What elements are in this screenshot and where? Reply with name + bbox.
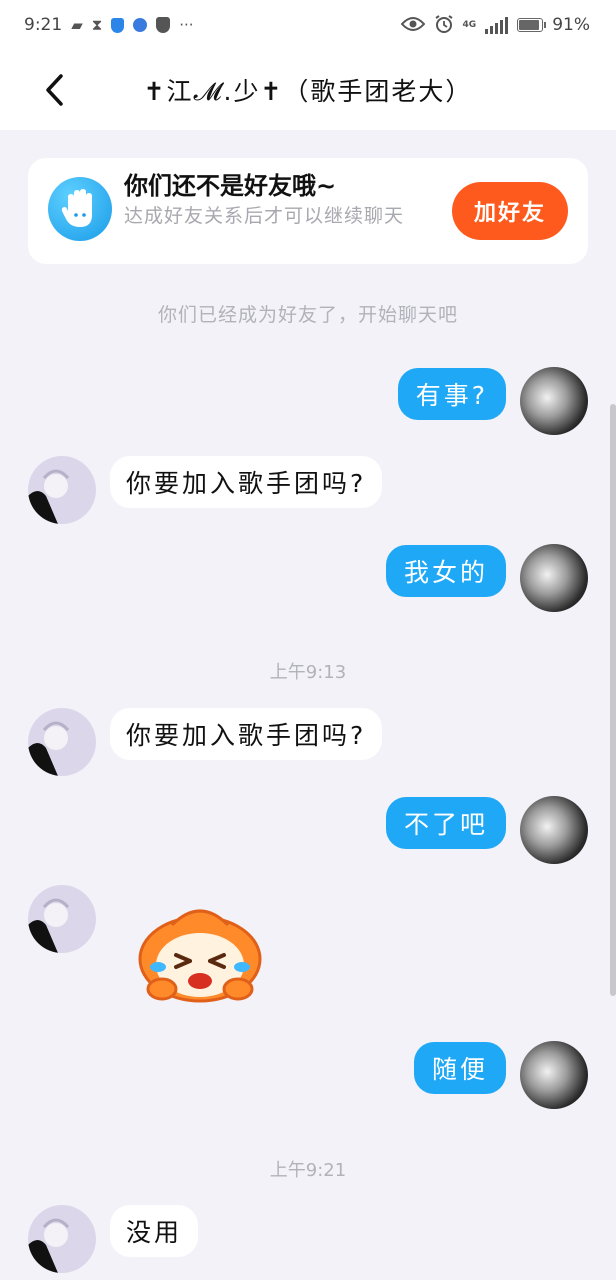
back-arrow-icon [46, 74, 63, 106]
peer-avatar-art [28, 469, 70, 524]
my-avatar[interactable] [520, 367, 588, 435]
battery-percent: 91% [552, 15, 590, 35]
battery-fill [519, 20, 540, 30]
my-avatar[interactable] [520, 544, 588, 612]
status-right: 4G 91% [400, 14, 590, 37]
vpn-shield-icon [156, 17, 171, 33]
status-left: 9:21 ▰ ⧗ ··· [24, 15, 194, 35]
peer-avatar[interactable] [28, 1205, 96, 1273]
message-bubble-outgoing[interactable]: 随便 [413, 1042, 506, 1094]
peer-avatar[interactable] [28, 708, 96, 776]
peer-avatar[interactable] [28, 885, 96, 953]
waving-hand-icon [48, 177, 112, 241]
crying-face-sticker[interactable] [128, 895, 272, 1005]
message-bubble-incoming[interactable]: 你要加入歌手团吗? [110, 708, 383, 760]
banner-title: 你们还不是好友哦~ [124, 172, 337, 200]
message-bubble-outgoing[interactable]: 有事? [397, 368, 506, 420]
my-avatar[interactable] [520, 1041, 588, 1109]
message-bubble-incoming[interactable]: 没用 [110, 1205, 199, 1257]
network-type-label: 4G [462, 20, 477, 30]
chat-scrollbar[interactable] [610, 404, 616, 996]
status-bar: 9:21 ▰ ⧗ ··· 4G 91% [0, 0, 616, 50]
peer-avatar-art [28, 898, 70, 953]
not-friends-banner: 你们还不是好友哦~ 达成好友关系后才可以继续聊天 加好友 [28, 158, 588, 264]
message-bubble-incoming[interactable]: 你要加入歌手团吗? [110, 456, 383, 508]
peer-avatar-art [28, 721, 70, 776]
back-button[interactable] [30, 66, 78, 114]
status-time: 9:21 [24, 15, 63, 35]
alarm-clock-icon [434, 14, 454, 37]
add-friend-button[interactable]: 加好友 [452, 182, 568, 240]
signal-strength-icon [485, 16, 509, 34]
my-avatar[interactable] [520, 796, 588, 864]
system-notice: 你们已经成为好友了，开始聊天吧 [157, 304, 458, 326]
peer-avatar-art [28, 1218, 70, 1273]
chat-header: ✝江𝓜.少✝（歌手团老大） [0, 50, 616, 130]
video-camera-icon: ▰ [71, 15, 83, 34]
banner-description: 达成好友关系后才可以继续聊天 [124, 205, 405, 227]
message-timestamp: 上午9:21 [269, 1160, 347, 1181]
message-timestamp: 上午9:13 [269, 662, 347, 683]
eye-icon [400, 16, 425, 35]
chat-title: ✝江𝓜.少✝（歌手团老大） [143, 77, 473, 106]
baidu-paw-icon [133, 18, 148, 32]
hourglass-icon: ⧗ [91, 15, 103, 34]
more-dots-icon: ··· [179, 15, 194, 34]
battery-icon [517, 18, 547, 32]
peer-avatar[interactable] [28, 456, 96, 524]
message-bubble-outgoing[interactable]: 我女的 [385, 545, 506, 597]
message-bubble-outgoing[interactable]: 不了吧 [385, 797, 506, 849]
security-shield-icon [111, 17, 125, 33]
